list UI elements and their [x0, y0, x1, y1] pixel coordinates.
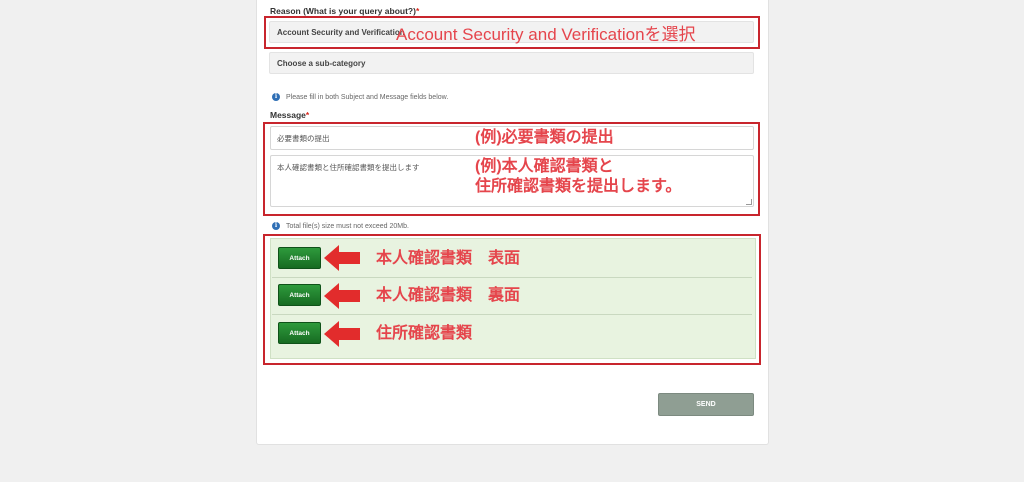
message-annotation-line1: (例)本人確認書類と: [475, 158, 614, 175]
file-size-hint-text: Total file(s) size must not exceed 20Mb.: [286, 222, 409, 230]
attach-address-annotation: 住所確認書類: [376, 325, 473, 342]
subject-message-hint-text: Please fill in both Subject and Message …: [286, 93, 449, 101]
subcategory-select[interactable]: Choose a sub-category: [269, 52, 754, 74]
message-label: Message*: [270, 110, 310, 120]
left-arrow-icon: [324, 283, 360, 309]
message-annotation-line2: 住所確認書類を提出します。: [475, 178, 682, 195]
attach-button-address[interactable]: Attach: [278, 322, 321, 344]
left-arrow-icon: [324, 321, 360, 347]
left-arrow-icon: [324, 245, 360, 271]
send-button[interactable]: SEND: [658, 393, 754, 416]
reason-label: Reason (What is your query about?)*: [270, 6, 420, 16]
attach-front-annotation: 本人確認書類 表面: [376, 250, 521, 267]
subcategory-placeholder: Choose a sub-category: [277, 58, 366, 68]
attach-button-front[interactable]: Attach: [278, 247, 321, 269]
info-icon: i: [272, 93, 280, 101]
reason-annotation: Account Security and Verificationを選択: [396, 25, 696, 44]
file-size-hint: i Total file(s) size must not exceed 20M…: [272, 222, 409, 230]
attach-back-annotation: 本人確認書類 裏面: [376, 287, 521, 304]
subject-annotation: (例)必要書類の提出: [475, 129, 614, 146]
info-icon: i: [272, 222, 280, 230]
attach-button-back[interactable]: Attach: [278, 284, 321, 306]
subject-message-hint: i Please fill in both Subject and Messag…: [272, 93, 448, 101]
